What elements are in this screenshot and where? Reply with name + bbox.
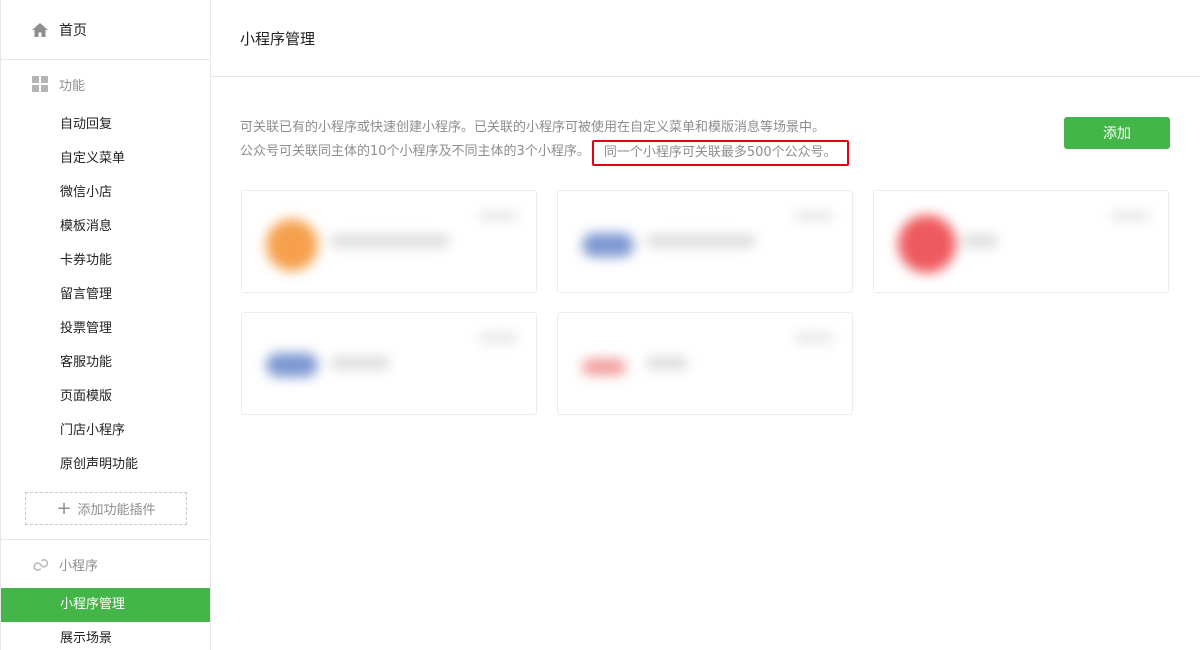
- sidebar-item-template-message[interactable]: 模板消息: [1, 210, 210, 244]
- add-plugin-label: 添加功能插件: [77, 503, 156, 518]
- sidebar-group-label: 小程序: [59, 558, 99, 574]
- sidebar-item-original-declaration[interactable]: 原创声明功能: [1, 448, 210, 482]
- description-line-2: 公众号可关联同主体的10个小程序及不同主体的3个小程序。 同一个小程序可关联最多5…: [240, 139, 849, 166]
- sidebar-group-label: 功能: [59, 78, 86, 94]
- add-button[interactable]: 添加: [1064, 117, 1170, 149]
- mini-program-card[interactable]: [241, 312, 537, 415]
- main-content: 小程序管理 可关联已有的小程序或快速创建小程序。已关联的小程序可被使用在自定义菜…: [211, 0, 1200, 650]
- mini-program-card[interactable]: [241, 190, 537, 293]
- highlight-text: 同一个小程序可关联最多500个公众号。: [603, 145, 837, 160]
- highlight-box: 同一个小程序可关联最多500个公众号。: [591, 140, 849, 166]
- sidebar-item-voting[interactable]: 投票管理: [1, 312, 210, 346]
- add-plugin-button[interactable]: + 添加功能插件: [25, 492, 187, 525]
- plus-icon: +: [56, 497, 72, 519]
- sidebar-item-comments[interactable]: 留言管理: [1, 278, 210, 312]
- mini-program-card[interactable]: [557, 190, 853, 293]
- sidebar-item-display-scene[interactable]: 展示场景: [1, 622, 210, 650]
- page-title-text: 小程序管理: [240, 29, 316, 48]
- mini-program-card[interactable]: [873, 190, 1169, 293]
- description-line-2-text: 公众号可关联同主体的10个小程序及不同主体的3个小程序。: [240, 144, 590, 159]
- home-icon: [31, 21, 49, 39]
- sidebar-group-mini-program: 小程序: [1, 540, 210, 588]
- sidebar-item-label: 首页: [59, 22, 87, 39]
- sidebar: 首页 功能 自动回复 自定义菜单 微信小店 模板消息 卡券功能 留言管理 投票管…: [0, 0, 211, 650]
- mini-program-icon: [31, 555, 49, 573]
- mini-program-card[interactable]: [557, 312, 853, 415]
- sidebar-item-wechat-store[interactable]: 微信小店: [1, 176, 210, 210]
- sidebar-item-store-mini-program[interactable]: 门店小程序: [1, 414, 210, 448]
- grid-icon: [31, 75, 49, 93]
- description-line-1: 可关联已有的小程序或快速创建小程序。已关联的小程序可被使用在自定义菜单和模版消息…: [240, 120, 826, 135]
- mini-program-list: 小程序管理 展示场景: [1, 588, 210, 650]
- sidebar-item-page-template[interactable]: 页面模版: [1, 380, 210, 414]
- description: 可关联已有的小程序或快速创建小程序。已关联的小程序可被使用在自定义菜单和模版消息…: [240, 117, 849, 166]
- sidebar-group-function: 功能: [1, 60, 210, 108]
- function-list: 自动回复 自定义菜单 微信小店 模板消息 卡券功能 留言管理 投票管理 客服功能…: [1, 108, 210, 482]
- sidebar-item-auto-reply[interactable]: 自动回复: [1, 108, 210, 142]
- sidebar-item-customer-service[interactable]: 客服功能: [1, 346, 210, 380]
- sidebar-item-mini-program-manage[interactable]: 小程序管理: [1, 588, 210, 622]
- sidebar-item-custom-menu[interactable]: 自定义菜单: [1, 142, 210, 176]
- sidebar-item-home[interactable]: 首页: [1, 0, 210, 60]
- sidebar-item-coupon[interactable]: 卡券功能: [1, 244, 210, 278]
- page-title: 小程序管理: [211, 0, 1200, 77]
